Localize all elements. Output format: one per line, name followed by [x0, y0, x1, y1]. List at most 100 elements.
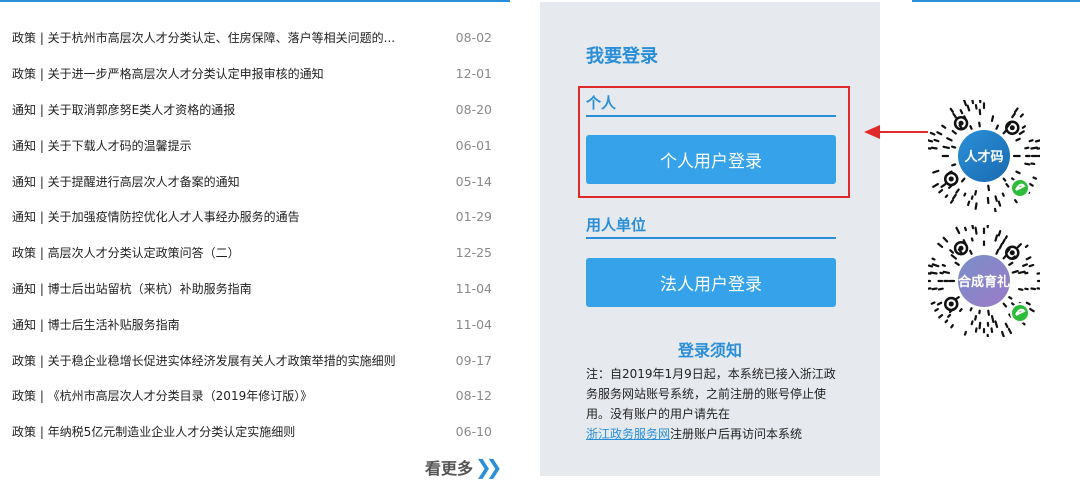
- news-item[interactable]: 政策 | 高层次人才分类认定政策问答（二） 12-25: [12, 235, 492, 271]
- qr-module: [963, 226, 968, 232]
- news-title[interactable]: 政策 | 《杭州市高层次人才分类目录（2019年修订版）》: [12, 387, 444, 404]
- qr-module: [937, 287, 944, 291]
- see-more-link[interactable]: 看更多 ❯❯: [425, 455, 502, 479]
- qr-module: [932, 169, 940, 174]
- news-item[interactable]: 通知 | 博士后出站留杭（来杭）补助服务指南 11-04: [12, 271, 492, 307]
- qr-module: [949, 249, 955, 254]
- qr-module: [1002, 302, 1008, 308]
- news-title[interactable]: 政策 | 关于杭州市高层次人才分类认定、住房保障、落户等相关问题的...: [12, 29, 444, 46]
- qr-module: [1032, 176, 1038, 180]
- notice-title: 登录须知: [677, 341, 742, 360]
- news-item[interactable]: 通知 | 博士后生活补贴服务指南 11-04: [12, 306, 492, 342]
- qr-module: [932, 182, 939, 188]
- qr-module: [959, 308, 963, 313]
- qr-module: [1034, 139, 1040, 143]
- news-date: 08-20: [455, 101, 492, 117]
- qr-module: [928, 264, 934, 268]
- qr-module: [1001, 238, 1006, 245]
- qr-module: [941, 263, 946, 267]
- qr-module: [1030, 146, 1039, 150]
- zhejiang-gov-service-link[interactable]: 浙江政务服务网: [586, 427, 670, 441]
- qr-logo-text: 人才码: [964, 149, 1003, 165]
- qr-module: [960, 177, 966, 183]
- qr-module: [1000, 330, 1005, 337]
- qr-finder-center: [958, 120, 964, 126]
- news-item[interactable]: 通知 | 关于加强疫情防控优化人才人事经办服务的通告 01-29: [12, 199, 492, 235]
- qr-finder-center: [1009, 125, 1015, 131]
- news-item[interactable]: 政策 | 关于杭州市高层次人才分类认定、住房保障、落户等相关问题的... 08-…: [12, 20, 492, 56]
- qr-module: [944, 194, 949, 199]
- news-title[interactable]: 通知 | 博士后出站留杭（来杭）补助服务指南: [12, 280, 444, 297]
- news-item[interactable]: 政策 | 年纳税5亿元制造业企业人才分类认定实施细则 06-10: [12, 414, 492, 450]
- qr-module: [931, 257, 936, 261]
- news-title[interactable]: 通知 | 关于下载人才码的温馨提示: [12, 137, 444, 154]
- qr-module: [971, 225, 975, 230]
- news-date: 06-01: [455, 137, 492, 153]
- news-title[interactable]: 政策 | 关于进一步严格高层次人才分类认定申报审核的通知: [12, 65, 444, 82]
- qr-module: [998, 242, 1003, 250]
- qr-finder-center: [948, 176, 954, 182]
- qr-module: [949, 199, 954, 204]
- qr-module: [958, 124, 963, 129]
- qr-module: [947, 313, 952, 318]
- news-item[interactable]: 通知 | 关于下载人才码的温馨提示 06-01: [12, 127, 492, 163]
- qr-module: [952, 112, 957, 119]
- qr-module: [930, 146, 938, 150]
- news-title[interactable]: 政策 | 高层次人才分类认定政策问答（二）: [12, 244, 444, 261]
- qr-module: [1005, 183, 1010, 188]
- qr-module: [1007, 327, 1013, 335]
- qr-module: [974, 314, 978, 321]
- qr-module: [1036, 147, 1040, 150]
- qr-module: [1025, 301, 1031, 306]
- news-date: 11-04: [455, 280, 492, 296]
- qr-module: [970, 195, 974, 200]
- wechat-qr-code-talent: 人才码: [928, 100, 1040, 212]
- qr-module: [1001, 192, 1005, 197]
- news-item[interactable]: 通知 | 关于取消郭彦努E类人才资格的通报 08-20: [12, 92, 492, 128]
- news-title[interactable]: 通知 | 关于取消郭彦努E类人才资格的通报: [12, 101, 444, 118]
- qr-module: [978, 121, 981, 128]
- qr-module: [974, 103, 978, 110]
- qr-module: [1008, 261, 1014, 266]
- qr-module: [994, 320, 999, 329]
- qr-module: [931, 287, 938, 291]
- personal-login-button[interactable]: 个人用户登录: [586, 135, 836, 184]
- news-item[interactable]: 政策 | 《杭州市高层次人才分类目录（2019年修订版）》 08-12: [12, 378, 492, 414]
- qr-module: [1008, 296, 1013, 300]
- org-login-button[interactable]: 法人用户登录: [586, 258, 836, 307]
- qr-module: [1004, 322, 1009, 329]
- notice-text: 注：自2019年1月9日起，本系统已接入浙江政务服务网站账号系统，之前注册的账号…: [586, 364, 840, 444]
- qr-module: [990, 314, 995, 323]
- news-date: 11-04: [455, 316, 492, 332]
- qr-module: [937, 242, 944, 249]
- qr-finder-center: [1009, 250, 1015, 256]
- org-section-label: 用人单位: [586, 214, 836, 239]
- wechat-qr-code-secondary: 合成育礼: [928, 225, 1040, 337]
- news-title[interactable]: 通知 | 关于提醒进行高层次人才备案的通知: [12, 173, 444, 190]
- qr-module: [942, 145, 951, 150]
- qr-module: [928, 287, 932, 290]
- news-title[interactable]: 政策 | 关于稳企业稳增长促进实体经济发展有关人才政策举措的实施细则: [12, 352, 444, 369]
- qr-module: [950, 324, 954, 329]
- news-item[interactable]: 政策 | 关于稳企业稳增长促进实体经济发展有关人才政策举措的实施细则 09-17: [12, 342, 492, 378]
- qr-module: [938, 188, 944, 194]
- qr-module: [940, 183, 947, 188]
- notice-suffix: 注册账户后再访问本系统: [670, 427, 803, 441]
- news-item[interactable]: 政策 | 关于进一步严格高层次人才分类认定申报审核的通知 12-01: [12, 56, 492, 92]
- qr-module: [963, 192, 967, 197]
- news-title[interactable]: 通知 | 关于加强疫情防控优化人才人事经办服务的通告: [12, 208, 444, 225]
- news-title[interactable]: 政策 | 年纳税5亿元制造业企业人才分类认定实施细则: [12, 423, 444, 440]
- qr-module: [1028, 263, 1035, 268]
- qr-module: [952, 193, 957, 200]
- qr-module: [942, 236, 949, 243]
- news-title[interactable]: 通知 | 博士后生活补贴服务指南: [12, 316, 444, 333]
- news-item[interactable]: 通知 | 关于提醒进行高层次人才备案的通知 05-14: [12, 163, 492, 199]
- qr-module: [994, 195, 998, 202]
- qr-module: [969, 125, 973, 130]
- qr-module: [951, 145, 957, 149]
- qr-module: [1014, 107, 1019, 113]
- news-date: 09-17: [455, 352, 492, 368]
- news-date: 05-14: [455, 173, 492, 189]
- qr-module: [934, 307, 939, 312]
- qr-module: [1011, 270, 1019, 274]
